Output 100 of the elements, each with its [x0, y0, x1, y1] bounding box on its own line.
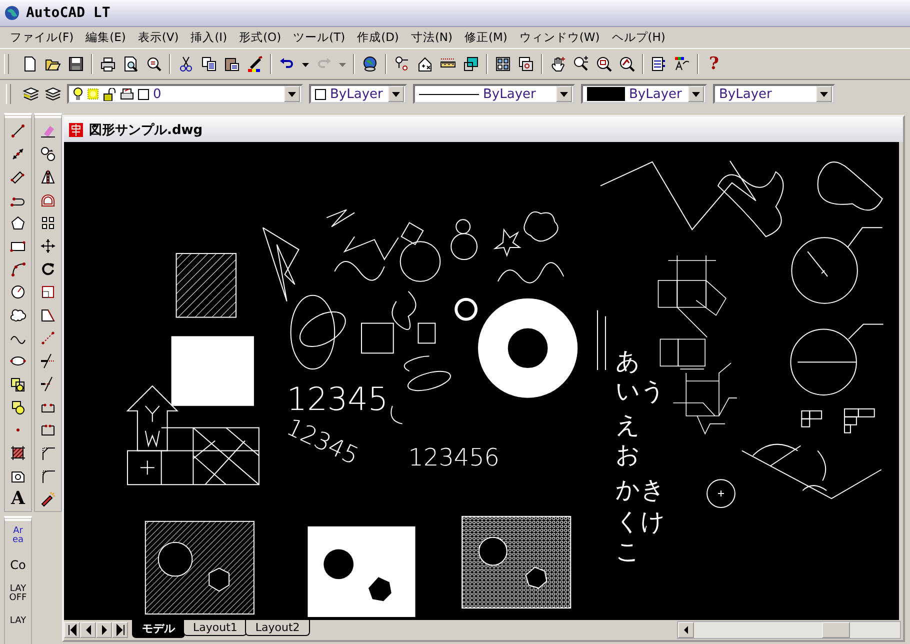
layout-tab[interactable]: モデル	[132, 620, 185, 638]
caret-icon	[692, 92, 700, 96]
menu-item[interactable]: ファイル(F)	[4, 30, 80, 45]
copy-icon[interactable]	[201, 56, 217, 72]
pentagon-icon[interactable]	[10, 215, 26, 231]
drawing-text: 123456	[408, 444, 500, 472]
magnifier-icon[interactable]	[146, 56, 162, 72]
house-icon[interactable]	[417, 56, 433, 72]
zoom-window-icon[interactable]	[596, 56, 612, 72]
menu-item[interactable]: 表示(V)	[132, 30, 185, 45]
caret-icon	[392, 92, 400, 96]
sun-icon	[87, 88, 99, 100]
dotted-line-icon[interactable]	[40, 330, 56, 346]
globe-icon[interactable]	[4, 5, 20, 21]
move-arrows-icon[interactable]	[40, 238, 56, 254]
insert-block-icon[interactable]	[10, 376, 26, 392]
menu-item[interactable]: 挿入(I)	[184, 30, 234, 45]
make-block-icon[interactable]	[10, 399, 26, 415]
printer-icon	[120, 88, 134, 100]
color-swatch	[315, 88, 326, 100]
caret-icon	[560, 92, 568, 96]
hatched-square	[176, 253, 237, 318]
line-icon[interactable]	[10, 123, 26, 139]
menu-item[interactable]: ツール(T)	[287, 30, 352, 45]
scissors-icon[interactable]	[178, 56, 194, 72]
japanese-text: え	[615, 412, 640, 439]
menu-item[interactable]: 寸法(N)	[404, 30, 459, 45]
mirror-icon[interactable]	[40, 169, 56, 185]
print-preview-icon[interactable]	[123, 56, 139, 72]
break-point-icon[interactable]	[40, 422, 56, 438]
horizontal-scrollbar[interactable]	[677, 621, 901, 639]
toolbar-button[interactable]: LAY	[8, 617, 28, 626]
layout-tab[interactable]: Layout2	[245, 620, 310, 636]
document-title: 図形サンプル.dwg	[89, 122, 203, 138]
text-tool-button[interactable]: A	[11, 491, 25, 507]
menu-item[interactable]: 形式(O)	[233, 30, 288, 45]
grid-squares-icon[interactable]	[40, 215, 56, 231]
overlapping-squares-icon[interactable]	[463, 56, 479, 72]
menu-item[interactable]: 作成(D)	[351, 30, 405, 45]
layer-stack-icon[interactable]	[23, 86, 39, 102]
property-dropdown[interactable]: ByLayer	[581, 84, 707, 104]
drawing-text: 12345	[286, 380, 388, 418]
scale-icon[interactable]	[40, 284, 56, 300]
japanese-text: お	[615, 442, 640, 469]
layout-tab[interactable]: Layout1	[183, 620, 248, 636]
rectangle-icon[interactable]	[10, 238, 26, 254]
clipboard-icon[interactable]	[224, 56, 240, 72]
globe-icon[interactable]	[362, 56, 378, 72]
window-title: AutoCAD LT	[26, 5, 110, 21]
japanese-text: こ	[615, 538, 640, 566]
trim-icon[interactable]	[40, 353, 56, 369]
help-button[interactable]: ?	[706, 54, 722, 74]
snap-points-icon[interactable]	[394, 56, 410, 72]
new-file-icon[interactable]	[22, 56, 38, 72]
layers-icon[interactable]	[45, 86, 61, 102]
double-arrow-icon[interactable]	[10, 146, 26, 162]
lightbulb-icon	[73, 87, 83, 101]
window-tiles-icon[interactable]	[495, 56, 511, 72]
fillet-icon[interactable]	[40, 468, 56, 484]
toolbar-button[interactable]: Co	[4, 559, 32, 571]
japanese-text: いう	[615, 378, 666, 405]
toolbar-button[interactable]: Area	[12, 527, 24, 545]
property-dropdown[interactable]: ByLayer	[413, 84, 575, 104]
menu-item[interactable]: 編集(E)	[80, 30, 132, 45]
rotate-icon[interactable]	[40, 261, 56, 277]
window-stack-icon[interactable]	[518, 56, 534, 72]
japanese-text: あ	[615, 348, 640, 376]
menu-item[interactable]: ウィンドウ(W)	[513, 30, 606, 45]
color-grid-icon[interactable]	[674, 56, 690, 72]
arc-icon[interactable]	[10, 261, 26, 277]
eraser-icon[interactable]	[40, 123, 56, 139]
japanese-text: くけ	[615, 508, 666, 536]
cloud-icon[interactable]	[10, 307, 26, 323]
color-swatch	[587, 87, 625, 101]
printer-icon[interactable]	[100, 56, 116, 72]
layer-dropdown[interactable]: 0	[67, 84, 303, 104]
japanese-text: かき	[615, 476, 666, 504]
dynamite-icon[interactable]	[40, 491, 56, 507]
property-dropdown[interactable]: ByLayer	[309, 84, 407, 104]
stretch-icon[interactable]	[40, 307, 56, 323]
next-page-icon[interactable]	[99, 622, 109, 638]
zoom-previous-icon[interactable]	[619, 56, 635, 72]
circle-icon[interactable]	[10, 284, 26, 300]
caret-icon	[288, 92, 296, 96]
offset-icon[interactable]	[40, 192, 56, 208]
properties-sheet-icon[interactable]	[651, 56, 667, 72]
toolbar-button[interactable]: LAY OFF	[8, 585, 28, 603]
paintbrush-icon[interactable]	[247, 56, 263, 72]
property-dropdown[interactable]: ByLayer	[713, 84, 835, 104]
drawing-file-icon[interactable]	[68, 122, 84, 138]
copy-objects-icon[interactable]	[40, 146, 56, 162]
hand-icon[interactable]	[550, 56, 566, 72]
first-page-icon[interactable]	[67, 622, 77, 638]
layer-name: 0	[153, 86, 162, 102]
hatch-icon[interactable]	[10, 445, 26, 461]
menu-item[interactable]: 修正(M)	[458, 30, 514, 45]
menu-item[interactable]: ヘルプ(H)	[606, 30, 672, 45]
last-page-icon[interactable]	[115, 622, 125, 638]
chamfer-icon[interactable]	[40, 445, 56, 461]
zoom-icon[interactable]	[573, 56, 589, 72]
